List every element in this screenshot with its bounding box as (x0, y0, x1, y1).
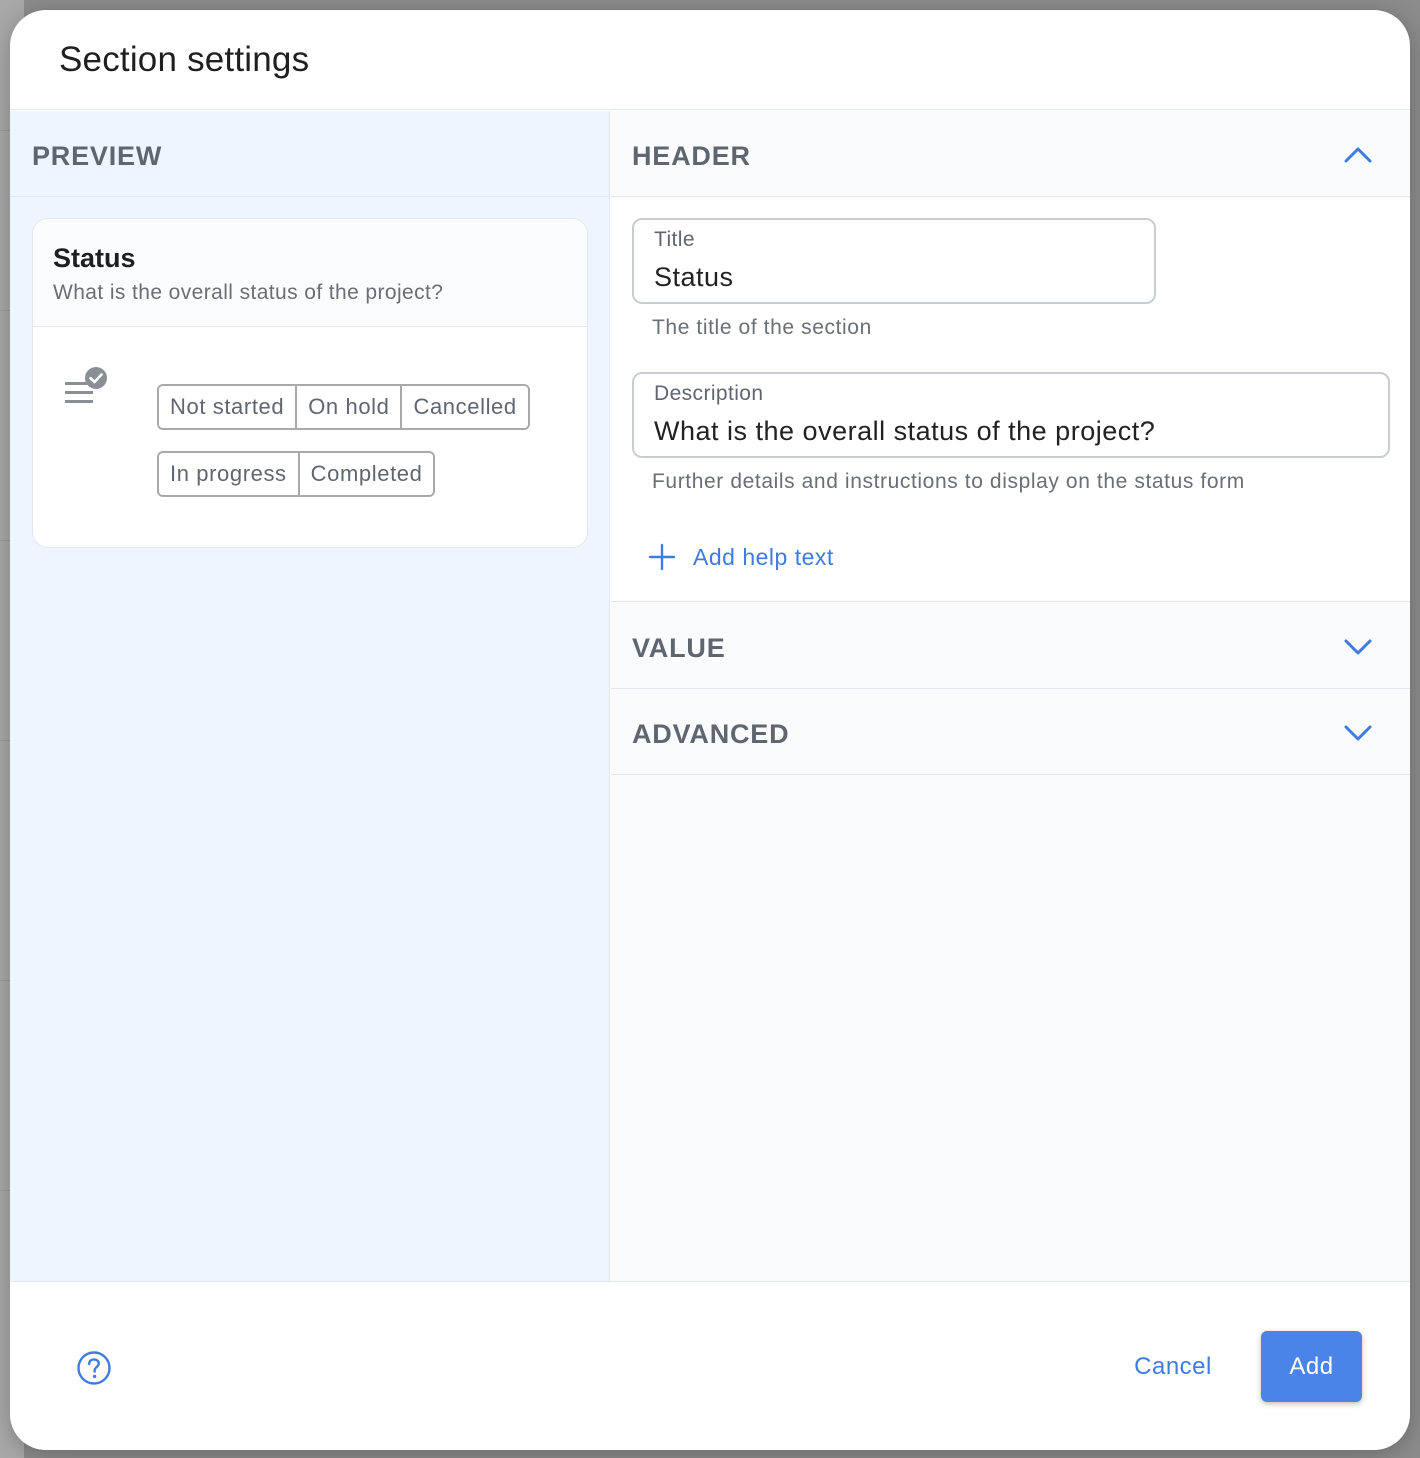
title-input[interactable] (654, 262, 1134, 293)
option-chip-not-started[interactable]: Not started (159, 386, 298, 428)
preview-pane: PREVIEW Status What is the overall statu… (10, 111, 610, 1281)
preview-heading: PREVIEW (10, 111, 609, 197)
advanced-section-label: ADVANCED (632, 719, 790, 749)
title-helper-text: The title of the section (652, 316, 872, 339)
header-section-toggle[interactable]: HEADER (611, 111, 1410, 197)
value-section-label: VALUE (632, 633, 726, 663)
option-chip-cancelled[interactable]: Cancelled (402, 386, 528, 428)
preview-card-header: Status What is the overall status of the… (33, 219, 587, 327)
help-circle-icon[interactable] (76, 1350, 112, 1386)
settings-pane: HEADER Title The title of the section De… (611, 111, 1410, 1281)
add-button[interactable]: Add (1261, 1331, 1362, 1402)
header-section-label: HEADER (632, 141, 751, 171)
dialog-header: Section settings (10, 10, 1410, 110)
option-chip-in-progress[interactable]: In progress (159, 453, 300, 495)
description-helper-text: Further details and instructions to disp… (652, 470, 1245, 493)
plus-icon (648, 543, 676, 571)
preview-options-row-1: Not started On hold Cancelled (157, 384, 530, 430)
option-chip-on-hold[interactable]: On hold (297, 386, 403, 428)
preview-options-row-2: In progress Completed (157, 451, 436, 497)
preview-card-description: What is the overall status of the projec… (53, 281, 444, 304)
chevron-up-icon[interactable] (1342, 139, 1374, 171)
dialog-title: Section settings (59, 40, 310, 79)
cancel-button[interactable]: Cancel (1118, 1342, 1228, 1392)
add-help-text-label: Add help text (693, 543, 834, 570)
dialog-footer: Cancel Add (10, 1281, 1410, 1450)
chevron-down-icon[interactable] (1342, 717, 1374, 749)
preview-heading-label: PREVIEW (32, 141, 163, 171)
description-field[interactable]: Description (632, 372, 1390, 458)
description-field-label: Description (654, 382, 764, 405)
title-field[interactable]: Title (632, 218, 1156, 304)
section-settings-dialog: Section settings PREVIEW Status What is … (10, 10, 1410, 1450)
preview-card-title: Status (53, 243, 136, 273)
description-input[interactable] (654, 416, 1368, 447)
option-chip-completed[interactable]: Completed (299, 453, 434, 495)
status-list-check-icon (65, 367, 107, 403)
chevron-down-icon[interactable] (1342, 631, 1374, 663)
title-field-label: Title (654, 228, 695, 251)
value-section-toggle[interactable]: VALUE (611, 603, 1410, 689)
add-help-text-button[interactable]: Add help text (647, 542, 834, 572)
preview-card: Status What is the overall status of the… (32, 218, 588, 548)
header-section-body: Title The title of the section Descripti… (611, 198, 1410, 602)
advanced-section-toggle[interactable]: ADVANCED (611, 689, 1410, 775)
